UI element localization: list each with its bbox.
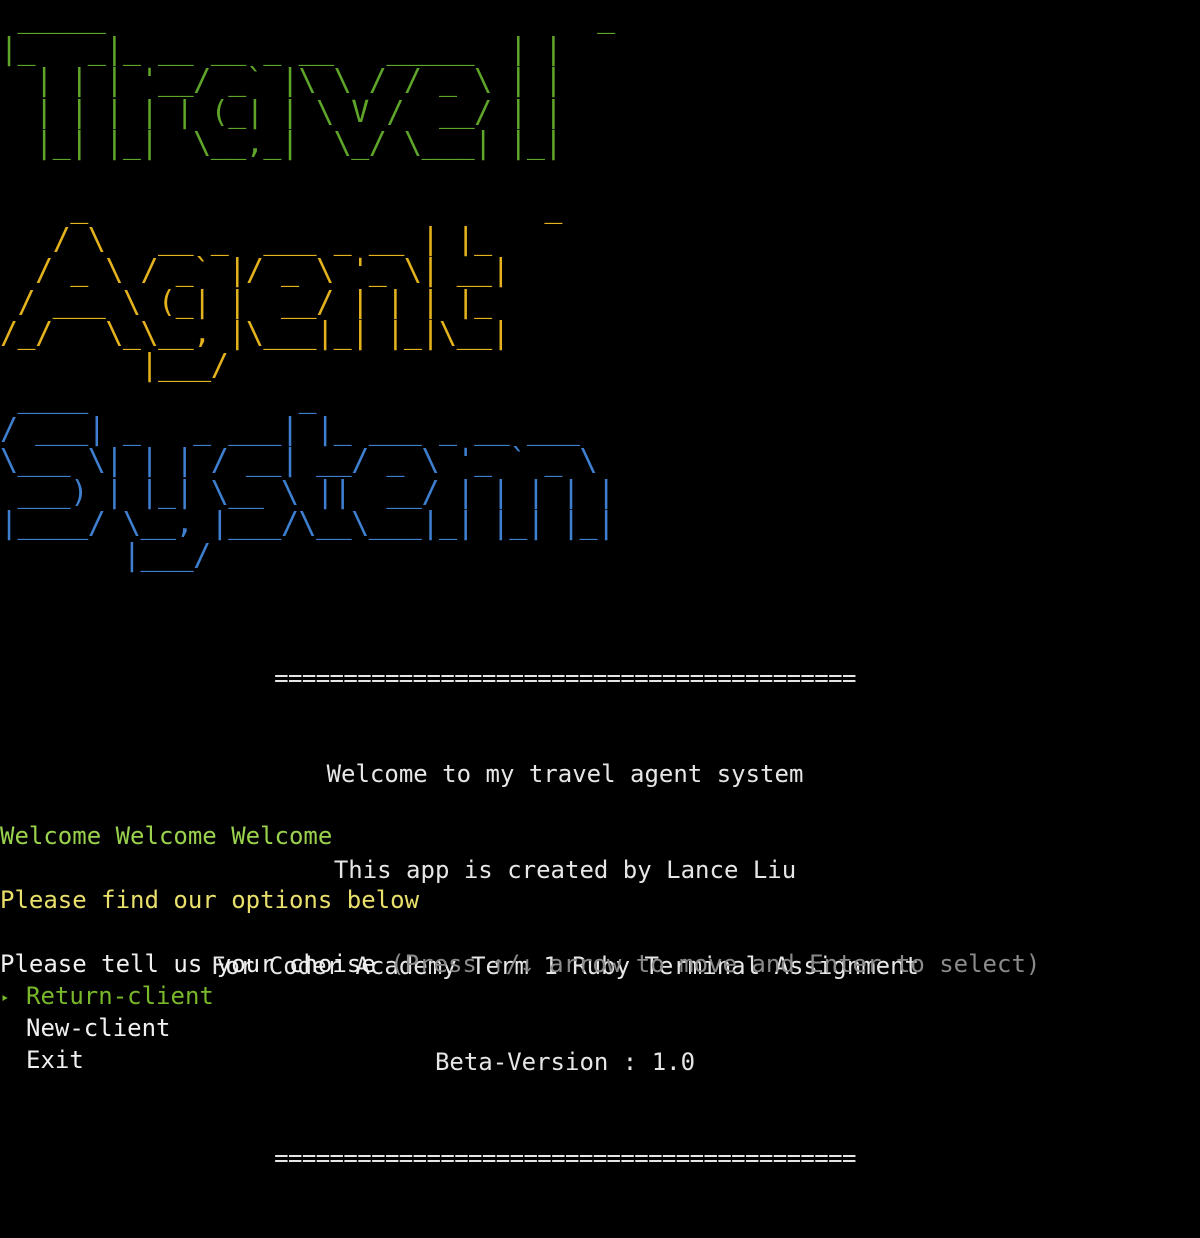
selection-pointer-icon: ‣ xyxy=(0,989,10,1008)
options-subtitle: Please find our options below xyxy=(0,886,420,914)
menu-option-label: Return-client xyxy=(26,982,214,1010)
menu-option-return-client[interactable]: ‣ Return-client xyxy=(0,980,214,1015)
info-box: ========================================… xyxy=(0,598,1130,1238)
choice-prompt: Please tell us your choise (Press ↑/↓ ar… xyxy=(0,948,1040,980)
info-line-version: Beta-Version : 1.0 xyxy=(434,1048,696,1076)
prompt-hint: (Press ↑/↓ arrow to move and Enter to se… xyxy=(390,950,1041,978)
ascii-banner-agent: _ _ / \ __ _ ___ _ __ | |_ / _ \ / _` |/… xyxy=(0,190,562,383)
info-line-welcome: Welcome to my travel agent system xyxy=(326,760,804,788)
ascii-banner-travel: _____ _ |_ _|_ __ __ _ __ _____ | | | | … xyxy=(0,0,615,162)
terminal-window: _____ _ |_ _|_ __ __ _ __ _____ | | | | … xyxy=(0,0,1200,1172)
menu-option-label: New-client xyxy=(26,1014,171,1042)
prompt-question: Please tell us your choise xyxy=(0,950,376,978)
menu-option-exit[interactable]: Exit xyxy=(0,1044,84,1076)
divider-top: ========================================… xyxy=(274,664,856,692)
menu-option-label: Exit xyxy=(26,1046,84,1074)
divider-bottom: ========================================… xyxy=(274,1144,856,1172)
info-line-author: This app is created by Lance Liu xyxy=(333,856,797,884)
menu-option-new-client[interactable]: New-client xyxy=(0,1012,171,1044)
greeting-text: Welcome Welcome Welcome xyxy=(0,822,333,850)
ascii-banner-system: ____ _ / ___| _ _ ___| |_ ___ _ __ ___ \… xyxy=(0,380,615,573)
